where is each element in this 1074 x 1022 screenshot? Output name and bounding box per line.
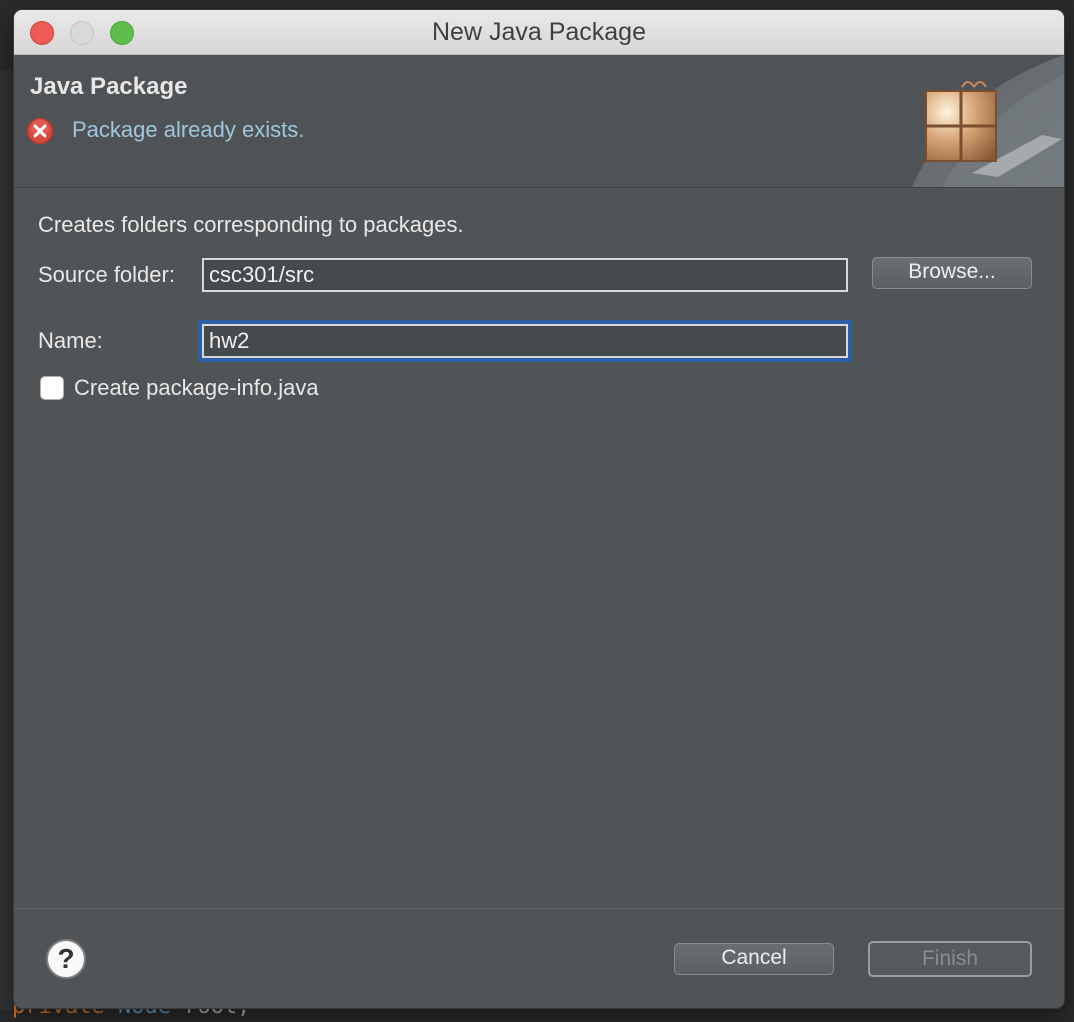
window-title: New Java Package	[431, 18, 646, 46]
help-icon[interactable]: ?	[46, 939, 86, 979]
title-bar: New Java Package	[14, 10, 1064, 55]
name-label: Name:	[38, 328, 103, 353]
wizard-content: Creates folders corresponding to package…	[14, 188, 1064, 908]
wizard-description: Creates folders corresponding to package…	[38, 212, 464, 237]
source-folder-label: Source folder:	[38, 262, 175, 287]
source-folder-input[interactable]	[202, 258, 848, 292]
wizard-footer: ? Cancel Finish	[14, 908, 1064, 1008]
error-message: Package already exists.	[72, 117, 305, 142]
wizard-header: Java Package Package already exists.	[14, 55, 1064, 188]
background-editor-edge	[0, 70, 14, 1010]
create-package-info-label[interactable]: Create package-info.java	[74, 375, 319, 401]
wizard-page-title: Java Package	[30, 73, 188, 100]
browse-button[interactable]: Browse...	[872, 257, 1032, 289]
error-icon	[26, 117, 54, 145]
create-package-info-checkbox[interactable]	[40, 376, 64, 400]
finish-button[interactable]: Finish	[868, 941, 1032, 977]
cancel-button[interactable]: Cancel	[674, 943, 834, 975]
package-name-input[interactable]	[202, 324, 848, 358]
new-java-package-dialog: New Java Package Java Package Package al…	[14, 10, 1064, 1008]
package-icon	[912, 55, 1064, 187]
